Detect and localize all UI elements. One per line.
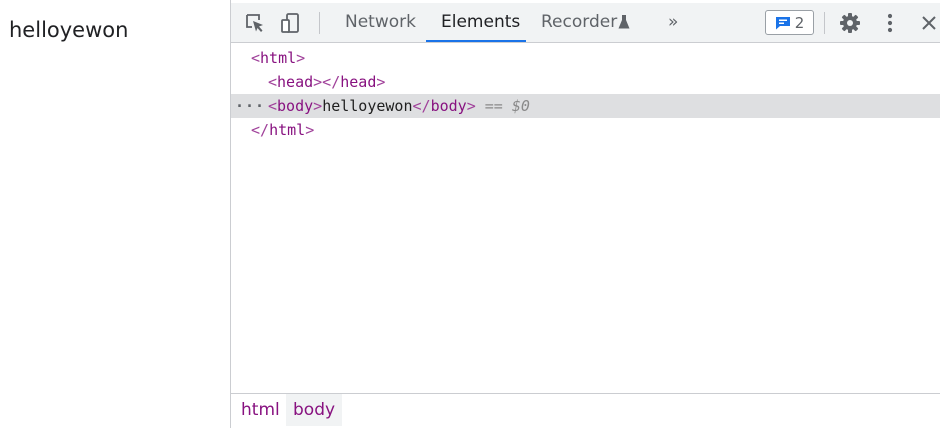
gear-icon[interactable] bbox=[838, 11, 862, 35]
tab-network[interactable]: Network bbox=[345, 3, 416, 42]
breadcrumb: html body bbox=[231, 393, 940, 426]
tab-elements[interactable]: Elements bbox=[441, 3, 520, 42]
page-body-text: helloyewon bbox=[9, 18, 129, 42]
issues-button[interactable]: 2 bbox=[765, 10, 814, 35]
body-text-node: helloyewon bbox=[322, 97, 413, 115]
breadcrumb-body[interactable]: body bbox=[286, 394, 343, 426]
flask-icon bbox=[618, 15, 630, 29]
inspected-page: helloyewon bbox=[0, 0, 230, 428]
close-icon[interactable] bbox=[917, 11, 940, 35]
active-tab-indicator bbox=[426, 40, 526, 42]
kebab-menu-icon[interactable] bbox=[878, 11, 902, 35]
issues-icon bbox=[775, 16, 790, 29]
issues-count: 2 bbox=[794, 13, 805, 32]
tab-recorder[interactable]: Recorder bbox=[541, 3, 630, 42]
selected-node-hint: == $0 bbox=[484, 97, 530, 115]
inspect-element-icon[interactable] bbox=[243, 11, 267, 35]
node-actions-ellipsis[interactable]: ··· bbox=[235, 94, 265, 118]
dom-node-html-close[interactable]: </html> bbox=[231, 118, 940, 142]
dom-node-body[interactable]: ··· <body>helloyewon</body> == $0 bbox=[231, 94, 940, 118]
toolbar-separator bbox=[824, 12, 825, 34]
breadcrumb-html[interactable]: html bbox=[234, 394, 287, 426]
tab-recorder-label: Recorder bbox=[541, 12, 618, 32]
more-tabs-button[interactable]: » bbox=[668, 3, 678, 42]
devtools-toolbar: Network Elements Recorder » 2 bbox=[231, 3, 940, 43]
device-toolbar-icon[interactable] bbox=[279, 11, 303, 35]
dom-tree: <html> <head></head> ··· <body>helloyewon… bbox=[231, 43, 940, 393]
dom-node-html-open[interactable]: <html> bbox=[231, 46, 940, 70]
devtools-panel: Network Elements Recorder » 2 <html> <he… bbox=[230, 0, 940, 428]
dom-node-head[interactable]: <head></head> bbox=[231, 70, 940, 94]
toolbar-separator bbox=[319, 12, 320, 34]
